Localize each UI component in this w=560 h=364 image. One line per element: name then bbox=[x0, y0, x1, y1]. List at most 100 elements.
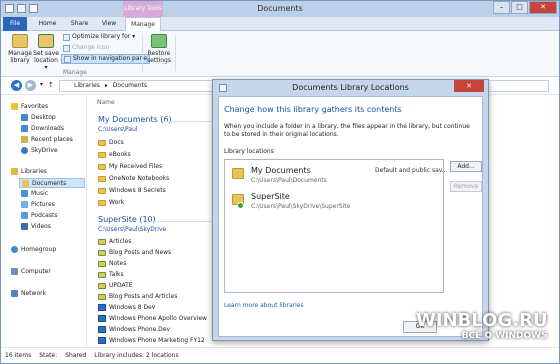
list-item[interactable]: Notes bbox=[98, 260, 126, 267]
nav-label: Desktop bbox=[31, 114, 56, 121]
list-item[interactable]: Windows Phone Marketing FY12 bbox=[98, 337, 205, 344]
nav-label: Downloads bbox=[31, 125, 64, 132]
nav-network[interactable]: Network bbox=[11, 290, 46, 297]
set-save-location-button[interactable]: Set save location ▾ bbox=[33, 34, 59, 71]
nav-label: Homegroup bbox=[21, 246, 57, 253]
learn-more-link[interactable]: Learn more about libraries bbox=[224, 302, 304, 309]
nav-label: Recent places bbox=[31, 136, 73, 143]
recent-locations-icon[interactable]: ▾ bbox=[40, 81, 43, 88]
item-label: Windows 8 Dev bbox=[109, 304, 156, 311]
list-item[interactable]: Windows Phone Apollo Overview bbox=[98, 315, 207, 322]
location-row[interactable]: My Documents C:\Users\Paul\Documents Def… bbox=[229, 164, 448, 188]
watermark: WINBLOG.RU ВСЁ О WINDOWS bbox=[416, 311, 548, 342]
group-path: C:\Users\Paul bbox=[98, 126, 138, 133]
nav-homegroup[interactable]: Homegroup bbox=[11, 246, 56, 253]
optimize-label: Optimize library for ▾ bbox=[72, 33, 136, 40]
back-button[interactable]: ◀ bbox=[11, 80, 22, 91]
nav-recent-places[interactable]: Recent places bbox=[21, 136, 73, 143]
group-header[interactable]: SuperSite (10) bbox=[98, 215, 156, 224]
save-location-icon bbox=[38, 34, 54, 48]
list-item[interactable]: Windows 8 Dev bbox=[98, 304, 155, 311]
change-icon-label: Change icon bbox=[72, 44, 110, 51]
forward-button[interactable]: ▶ bbox=[25, 80, 36, 91]
documents-icon bbox=[22, 179, 29, 187]
list-item[interactable]: Work bbox=[98, 199, 124, 206]
nav-skydrive[interactable]: SkyDrive bbox=[21, 147, 58, 154]
maximize-button[interactable]: □ bbox=[511, 1, 528, 14]
list-item[interactable]: eBooks bbox=[98, 151, 131, 158]
close-button[interactable]: ✕ bbox=[529, 1, 557, 14]
item-label: Blog Posts and Articles bbox=[109, 293, 178, 300]
tab-manage[interactable]: Manage bbox=[125, 17, 161, 31]
dialog-close-button[interactable]: ✕ bbox=[454, 80, 484, 92]
check-icon bbox=[237, 202, 244, 209]
locations-label: Library locations bbox=[224, 148, 274, 155]
nav-downloads[interactable]: Downloads bbox=[21, 125, 64, 132]
tab-view[interactable]: View bbox=[99, 17, 119, 31]
nav-label: Network bbox=[21, 290, 47, 297]
nav-favorites[interactable]: Favorites bbox=[11, 103, 48, 110]
state-label: State: bbox=[39, 352, 58, 359]
title-bar: Library Tools Documents – □ ✕ bbox=[1, 1, 559, 17]
manage-library-label-2: library bbox=[10, 57, 30, 64]
tab-share[interactable]: Share bbox=[67, 17, 92, 31]
list-item[interactable]: OneNote Notebooks bbox=[98, 175, 169, 182]
list-item[interactable]: Windows Phone.Dev bbox=[98, 326, 170, 333]
optimize-library-button[interactable]: Optimize library for ▾ bbox=[61, 33, 137, 41]
list-item[interactable]: Talks bbox=[98, 271, 124, 278]
nav-computer[interactable]: Computer bbox=[11, 268, 51, 275]
computer-icon bbox=[11, 268, 18, 275]
synced-folder-icon bbox=[98, 249, 106, 256]
list-item[interactable]: UPDATE bbox=[98, 282, 133, 289]
ribbon-group-label: Manage bbox=[63, 69, 87, 76]
document-icon bbox=[98, 315, 106, 322]
item-count: 16 items bbox=[5, 352, 32, 359]
homegroup-icon bbox=[11, 246, 18, 253]
add-button[interactable]: Add... bbox=[450, 161, 482, 172]
nav-libraries[interactable]: Libraries bbox=[11, 168, 47, 175]
location-status: Default and public sav... bbox=[375, 167, 448, 174]
list-item[interactable]: Blog Posts and News bbox=[98, 249, 171, 256]
nav-desktop[interactable]: Desktop bbox=[21, 114, 56, 121]
dialog-heading: Change how this library gathers its cont… bbox=[224, 105, 402, 114]
list-item[interactable]: Articles bbox=[98, 238, 131, 245]
breadcrumb-libraries[interactable]: Libraries bbox=[74, 82, 100, 89]
location-row[interactable]: SuperSite C:\Users\Paul\SkyDrive\SuperSi… bbox=[229, 190, 441, 214]
change-icon-button[interactable]: Change icon bbox=[61, 44, 111, 52]
network-icon bbox=[11, 290, 18, 297]
tab-file[interactable]: File bbox=[3, 17, 27, 31]
group-header[interactable]: My Documents (6) bbox=[98, 115, 172, 124]
nav-music[interactable]: Music bbox=[21, 190, 48, 197]
nav-videos[interactable]: Videos bbox=[21, 223, 51, 230]
manage-library-button[interactable]: Manage library bbox=[7, 34, 33, 64]
up-button[interactable]: ↑ bbox=[48, 81, 54, 89]
manage-library-label-1: Manage bbox=[8, 50, 32, 57]
tab-home[interactable]: Home bbox=[35, 17, 60, 31]
navigation-pane: Favorites Desktop Downloads Recent place… bbox=[1, 95, 87, 347]
item-label: Windows Phone Marketing FY12 bbox=[109, 337, 205, 344]
folder-icon bbox=[98, 187, 106, 194]
nav-pictures[interactable]: Pictures bbox=[21, 201, 55, 208]
videos-icon bbox=[21, 223, 28, 230]
document-icon bbox=[98, 337, 106, 344]
remove-button[interactable]: Remove bbox=[450, 181, 482, 192]
minimize-button[interactable]: – bbox=[493, 1, 510, 14]
item-label: UPDATE bbox=[109, 282, 133, 289]
breadcrumb-documents[interactable]: Documents bbox=[113, 82, 147, 89]
show-in-navigation-pane-button[interactable]: Show in navigation pane bbox=[61, 54, 151, 64]
list-item[interactable]: Docs bbox=[98, 139, 124, 146]
nav-documents[interactable]: Documents bbox=[19, 178, 85, 188]
ribbon-separator bbox=[142, 35, 143, 71]
show-in-nav-label: Show in navigation pane bbox=[73, 55, 148, 62]
nav-podcasts[interactable]: Podcasts bbox=[21, 212, 57, 219]
synced-folder-icon bbox=[98, 271, 106, 278]
list-item[interactable]: Windows 8 Secrets bbox=[98, 187, 166, 194]
list-item[interactable]: Blog Posts and Articles bbox=[98, 293, 177, 300]
locations-list[interactable]: My Documents C:\Users\Paul\Documents Def… bbox=[224, 159, 448, 293]
restore-settings-button[interactable]: Restore settings bbox=[146, 34, 172, 64]
nav-label: Videos bbox=[31, 223, 51, 230]
set-save-location-label-1: Set save bbox=[33, 50, 59, 57]
library-locations-dialog: Documents Library Locations ✕ Change how… bbox=[212, 79, 489, 341]
column-header-name[interactable]: Name bbox=[97, 99, 115, 106]
list-item[interactable]: My Received Files bbox=[98, 163, 162, 170]
